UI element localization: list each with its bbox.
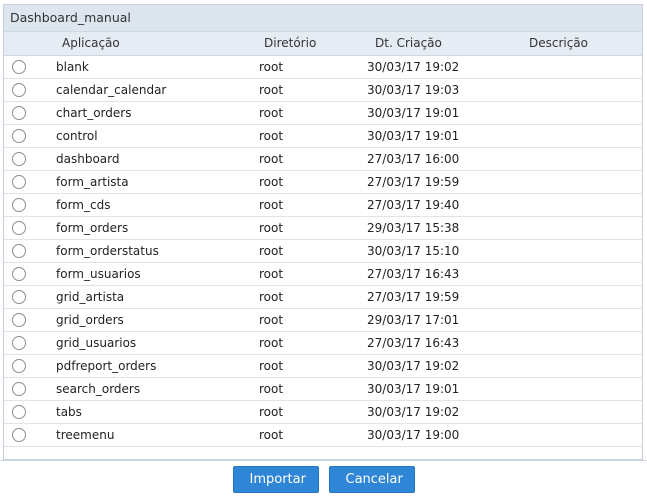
table-row[interactable]: treemenu root 30/03/17 19:00 <box>4 424 642 447</box>
row-application: chart_orders <box>56 106 132 120</box>
row-directory: root <box>259 428 284 442</box>
table-row[interactable]: grid_artista root 27/03/17 19:59 <box>4 286 642 309</box>
header-directory: Diretório <box>264 36 317 50</box>
dialog-footer: Importar Cancelar <box>0 466 647 500</box>
footer-divider <box>0 460 647 461</box>
row-radio-button[interactable] <box>12 60 26 74</box>
row-directory: root <box>259 267 284 281</box>
row-directory: root <box>259 175 284 189</box>
row-radio-button[interactable] <box>12 198 26 212</box>
table-row[interactable]: form_orders root 29/03/17 15:38 <box>4 217 642 240</box>
row-application: form_usuarios <box>56 267 141 281</box>
row-radio-button[interactable] <box>12 152 26 166</box>
header-creation-date: Dt. Criação <box>375 36 442 50</box>
table-row[interactable]: tabs root 30/03/17 19:02 <box>4 401 642 424</box>
table-header: Aplicação Diretório Dt. Criação Descriçã… <box>4 32 642 56</box>
row-application: form_cds <box>56 198 111 212</box>
row-creation-date: 30/03/17 19:03 <box>367 83 460 97</box>
row-application: grid_orders <box>56 313 124 327</box>
row-radio-button[interactable] <box>12 428 26 442</box>
row-creation-date: 30/03/17 19:02 <box>367 405 460 419</box>
panel-title: Dashboard_manual <box>4 5 642 32</box>
row-application: grid_usuarios <box>56 336 137 350</box>
row-creation-date: 29/03/17 15:38 <box>367 221 460 235</box>
row-creation-date: 27/03/17 19:59 <box>367 290 460 304</box>
row-directory: root <box>259 221 284 235</box>
row-creation-date: 27/03/17 16:00 <box>367 152 460 166</box>
row-creation-date: 27/03/17 19:59 <box>367 175 460 189</box>
table-row[interactable]: search_orders root 30/03/17 19:01 <box>4 378 642 401</box>
row-creation-date: 27/03/17 16:43 <box>367 267 460 281</box>
row-application: search_orders <box>56 382 141 396</box>
row-application: grid_artista <box>56 290 125 304</box>
row-creation-date: 29/03/17 17:01 <box>367 313 460 327</box>
row-application: dashboard <box>56 152 120 166</box>
table-row[interactable]: grid_usuarios root 27/03/17 16:43 <box>4 332 642 355</box>
row-creation-date: 30/03/17 19:01 <box>367 129 460 143</box>
row-radio-button[interactable] <box>12 336 26 350</box>
row-radio-button[interactable] <box>12 175 26 189</box>
row-directory: root <box>259 106 284 120</box>
row-radio-button[interactable] <box>12 267 26 281</box>
header-application: Aplicação <box>62 36 120 50</box>
row-directory: root <box>259 60 284 74</box>
row-radio-button[interactable] <box>12 106 26 120</box>
row-directory: root <box>259 405 284 419</box>
row-directory: root <box>259 83 284 97</box>
row-creation-date: 27/03/17 19:40 <box>367 198 460 212</box>
header-radio-column <box>4 32 34 55</box>
row-application: form_artista <box>56 175 129 189</box>
row-radio-button[interactable] <box>12 290 26 304</box>
row-radio-button[interactable] <box>12 405 26 419</box>
row-radio-button[interactable] <box>12 244 26 258</box>
row-application: tabs <box>56 405 82 419</box>
row-radio-button[interactable] <box>12 313 26 327</box>
table-row[interactable]: dashboard root 27/03/17 16:00 <box>4 148 642 171</box>
header-description: Descrição <box>528 36 589 50</box>
row-directory: root <box>259 244 284 258</box>
table-row[interactable]: form_artista root 27/03/17 19:59 <box>4 171 642 194</box>
row-directory: root <box>259 198 284 212</box>
row-application: form_orderstatus <box>56 244 159 258</box>
row-radio-button[interactable] <box>12 221 26 235</box>
row-application: calendar_calendar <box>56 83 167 97</box>
row-application: blank <box>56 60 89 74</box>
row-directory: root <box>259 129 284 143</box>
table-row[interactable]: control root 30/03/17 19:01 <box>4 125 642 148</box>
row-directory: root <box>259 359 284 373</box>
row-creation-date: 27/03/17 16:43 <box>367 336 460 350</box>
table-row[interactable]: chart_orders root 30/03/17 19:01 <box>4 102 642 125</box>
table-row[interactable]: pdfreport_orders root 30/03/17 19:02 <box>4 355 642 378</box>
table-row[interactable]: form_usuarios root 27/03/17 16:43 <box>4 263 642 286</box>
row-creation-date: 30/03/17 19:01 <box>367 106 460 120</box>
row-creation-date: 30/03/17 15:10 <box>367 244 460 258</box>
table-row[interactable]: form_orderstatus root 30/03/17 15:10 <box>4 240 642 263</box>
cancel-button[interactable]: Cancelar <box>328 466 415 493</box>
row-creation-date: 30/03/17 19:00 <box>367 428 460 442</box>
row-directory: root <box>259 382 284 396</box>
row-creation-date: 30/03/17 19:01 <box>367 382 460 396</box>
applications-panel: Dashboard_manual Aplicação Diretório Dt.… <box>3 4 643 460</box>
row-creation-date: 30/03/17 19:02 <box>367 359 460 373</box>
row-radio-button[interactable] <box>12 83 26 97</box>
table-row[interactable]: grid_orders root 29/03/17 17:01 <box>4 309 642 332</box>
row-directory: root <box>259 290 284 304</box>
table-row[interactable]: blank root 30/03/17 19:02 <box>4 56 642 79</box>
row-application: control <box>56 129 98 143</box>
application-list: blank root 30/03/17 19:02 calendar_calen… <box>4 56 642 447</box>
row-creation-date: 30/03/17 19:02 <box>367 60 460 74</box>
row-radio-button[interactable] <box>12 359 26 373</box>
row-directory: root <box>259 336 284 350</box>
table-row[interactable]: calendar_calendar root 30/03/17 19:03 <box>4 79 642 102</box>
row-directory: root <box>259 152 284 166</box>
row-radio-button[interactable] <box>12 382 26 396</box>
row-radio-button[interactable] <box>12 129 26 143</box>
row-application: form_orders <box>56 221 129 235</box>
row-directory: root <box>259 313 284 327</box>
import-button[interactable]: Importar <box>232 466 319 493</box>
row-application: treemenu <box>56 428 115 442</box>
table-row[interactable]: form_cds root 27/03/17 19:40 <box>4 194 642 217</box>
row-application: pdfreport_orders <box>56 359 157 373</box>
